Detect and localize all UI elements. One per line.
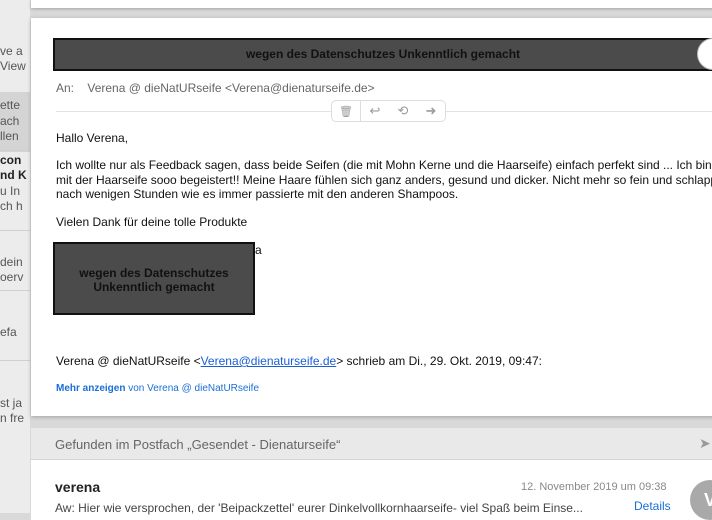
forward-icon: ➜ xyxy=(425,103,437,118)
sidebar-fragment: ach xyxy=(0,114,20,128)
sidebar-fragment: st ja xyxy=(0,396,23,410)
reply-all-button[interactable]: ⟲ xyxy=(389,101,417,121)
previous-message-card xyxy=(31,0,712,8)
sidebar-separator xyxy=(0,230,30,231)
body-line: nach wenigen Stunden wie es immer passie… xyxy=(56,187,459,201)
sidebar-fragment: ve a xyxy=(0,44,23,58)
to-row: An: Verena @ dieNatURseife <Verena@diena… xyxy=(56,81,375,95)
message-action-toolbar: 🗑 ↩ ⟲ ➜ xyxy=(331,100,446,122)
avatar: V xyxy=(690,480,712,520)
greeting: Hallo Verena, xyxy=(56,131,129,145)
sidebar-fragment: llen xyxy=(0,129,19,143)
show-more-link[interactable]: Mehr anzeigen xyxy=(56,383,125,394)
message-date: 12. November 2019 um 09:38 xyxy=(521,481,667,493)
sidebar-fragment: con xyxy=(0,153,22,167)
sidebar-fragment: efa xyxy=(0,325,17,339)
sidebar-fragment: u In xyxy=(0,184,21,198)
sender-name: verena xyxy=(55,479,101,495)
sidebar-fragment: View xyxy=(0,59,26,73)
trash-button[interactable]: 🗑 xyxy=(332,101,361,121)
reply-all-icon: ⟲ xyxy=(397,103,409,118)
forward-button[interactable]: ➜ xyxy=(417,101,445,121)
reply-button[interactable]: ↩ xyxy=(361,101,389,121)
message-list-item[interactable]: verena 12. November 2019 um 09:38 Aw: Hi… xyxy=(31,460,712,520)
quote-header: Verena @ dieNatURseife <Verena@dienaturs… xyxy=(56,354,542,368)
sidebar-separator xyxy=(0,290,30,291)
show-more-from: von Verena @ dieNatURseife xyxy=(125,383,260,394)
reply-icon: ↩ xyxy=(369,103,381,118)
to-label: An: xyxy=(56,81,75,95)
thanks-line: Vielen Dank für deine tolle Produkte xyxy=(56,215,248,229)
sidebar-fragment: ch h xyxy=(0,199,23,213)
message-view: wegen des Datenschutzes Unkenntlich gema… xyxy=(31,18,712,416)
quote-prefix: Verena @ dieNatURseife < xyxy=(56,354,201,368)
header-divider xyxy=(56,111,331,112)
body-line: mit der Haarseife sooo begeistert!! Mein… xyxy=(56,173,712,187)
trash-icon: 🗑 xyxy=(339,105,353,118)
body-line: Ich wollte nur als Feedback sagen, dass … xyxy=(56,158,712,172)
found-in-mailbox-text: Gefunden im Postfach „Gesendet - Dienatu… xyxy=(55,437,341,452)
quote-email-link[interactable]: Verena@dienaturseife.de xyxy=(201,354,337,368)
show-more-row: Mehr anzeigen von Verena @ dieNatURseife xyxy=(56,383,259,394)
found-in-mailbox-bar: Gefunden im Postfach „Gesendet - Dienatu… xyxy=(31,428,712,460)
quote-suffix: > schrieb am Di., 29. Okt. 2019, 09:47: xyxy=(336,354,542,368)
to-recipient[interactable]: Verena @ dieNatURseife <Verena@dienaturs… xyxy=(87,81,374,95)
sidebar-separator xyxy=(0,360,30,361)
redacted-signature-block: wegen des Datenschutzes Unkenntlich gema… xyxy=(53,242,255,315)
redacted-header-block: wegen des Datenschutzes Unkenntlich gema… xyxy=(53,38,712,71)
details-link[interactable]: Details xyxy=(634,499,671,513)
signature-fragment: a xyxy=(255,243,262,257)
sidebar-fragment: n fre xyxy=(0,411,25,425)
sidebar-fragment: nd K xyxy=(0,168,27,182)
sidebar-fragment: ette xyxy=(0,98,21,112)
sidebar-separator xyxy=(0,150,30,151)
sidebar-fragment: oerv xyxy=(0,270,24,284)
sidebar-fragment: dein xyxy=(0,255,23,269)
mailbox-list-fragment: ve a View ette ach llen con nd K u In ch… xyxy=(0,0,30,513)
header-divider xyxy=(445,111,712,112)
paper-plane-icon: ➤ xyxy=(699,435,711,451)
